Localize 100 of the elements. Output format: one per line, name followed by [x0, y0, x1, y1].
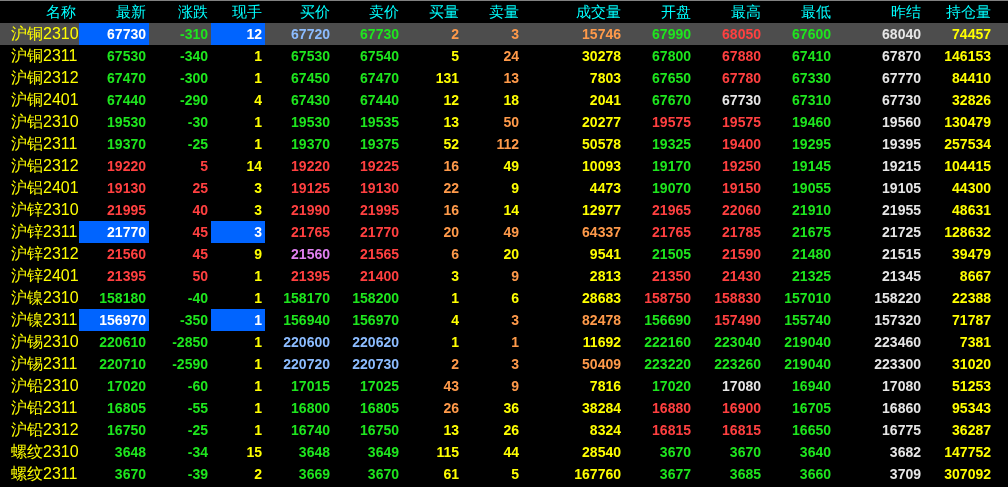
column-header[interactable]: 最高	[731, 3, 761, 20]
table-cell: 19560	[882, 114, 921, 130]
cell-value: 21770	[107, 224, 146, 240]
table-cell: 157490	[714, 312, 761, 328]
table-cell: 21995	[107, 202, 146, 218]
table-cell: 220710	[99, 356, 146, 372]
table-cell: 6	[511, 290, 519, 306]
table-cell: 16805	[360, 400, 399, 416]
table-cell: 16900	[722, 400, 761, 416]
column-header[interactable]: 买量	[429, 3, 459, 20]
table-row[interactable]: 沪铜2310 67730 -310 12 67720 67730 2 3 15746 67990 68050 67600 68040 74457	[0, 23, 1008, 45]
table-cell: 21400	[360, 268, 399, 284]
table-cell: -30	[187, 114, 208, 130]
table-cell: 67600	[792, 26, 831, 42]
cell-value: 3	[254, 224, 262, 240]
table-cell: 67800	[652, 48, 691, 64]
table-cell: 3670	[659, 444, 691, 460]
column-header[interactable]: 名称	[46, 3, 76, 20]
table-cell: 158170	[283, 290, 330, 306]
table-cell: 158200	[352, 290, 399, 306]
table-cell: 21350	[652, 268, 691, 284]
table-cell: -290	[179, 92, 208, 108]
table-cell: 21505	[652, 246, 691, 262]
table-cell: 220620	[352, 334, 399, 350]
table-cell: 1	[451, 334, 459, 350]
contract-name: 沪铅2310	[11, 377, 79, 394]
table-cell: 156970	[352, 312, 399, 328]
table-cell: 13	[503, 70, 519, 86]
table-cell: 67440	[107, 92, 146, 108]
table-cell: 21990	[291, 202, 330, 218]
table-cell: 39479	[952, 246, 991, 262]
column-header[interactable]: 开盘	[661, 3, 691, 20]
table-cell: 31020	[952, 356, 991, 372]
table-cell: 67730	[722, 92, 761, 108]
table-cell: 3	[511, 26, 519, 42]
column-header[interactable]: 买价	[300, 3, 330, 20]
table-cell: 28540	[582, 444, 621, 460]
table-cell: 67470	[360, 70, 399, 86]
table-cell: 28683	[582, 290, 621, 306]
table-cell: 219040	[784, 356, 831, 372]
table-cell: 21480	[792, 246, 831, 262]
table-cell: 223260	[714, 356, 761, 372]
column-header[interactable]: 卖价	[369, 3, 399, 20]
table-cell: 3	[254, 202, 262, 218]
table-cell: 64337	[582, 224, 621, 240]
table-cell: 16775	[882, 422, 921, 438]
table-cell: 17020	[107, 378, 146, 394]
column-header[interactable]: 最低	[801, 3, 831, 20]
table-cell: -40	[187, 290, 208, 306]
column-header[interactable]: 最新	[116, 3, 146, 20]
table-cell: 22060	[722, 202, 761, 218]
table-cell: 146153	[944, 48, 991, 64]
table-cell: 17080	[882, 378, 921, 394]
table-cell: 40	[192, 202, 208, 218]
column-header[interactable]: 卖量	[489, 3, 519, 20]
table-cell: 67990	[652, 26, 691, 42]
table-cell: 67670	[652, 92, 691, 108]
table-cell: 38284	[582, 400, 621, 416]
table-cell: 3670	[729, 444, 761, 460]
table-cell: 115	[436, 444, 459, 460]
table-cell: 67730	[360, 26, 399, 42]
table-cell: -2850	[172, 334, 208, 350]
table-cell: 67330	[792, 70, 831, 86]
contract-name: 沪铝2310	[11, 113, 79, 130]
contract-name: 沪铜2310	[11, 25, 79, 42]
table-cell: 3	[254, 180, 262, 196]
table-cell: 19070	[652, 180, 691, 196]
table-cell: 13	[443, 114, 459, 130]
contract-name: 沪锡2310	[11, 333, 79, 350]
table-cell: 16860	[882, 400, 921, 416]
table-cell: 223220	[644, 356, 691, 372]
table-cell: 131	[435, 70, 459, 86]
table-cell: 156690	[644, 312, 691, 328]
table-cell: 16705	[792, 400, 831, 416]
table-cell: 19400	[722, 136, 761, 152]
table-cell: 7816	[589, 378, 621, 394]
table-cell: 257534	[944, 136, 991, 152]
column-header[interactable]: 成交量	[576, 3, 621, 20]
table-cell: 19130	[360, 180, 399, 196]
table-cell: 16750	[360, 422, 399, 438]
table-cell: 3670	[114, 466, 146, 482]
table-cell: 17020	[652, 378, 691, 394]
cell-value: 156970	[99, 312, 146, 328]
table-cell: 3	[451, 268, 459, 284]
contract-name: 沪锌2401	[11, 267, 79, 284]
table-cell: 1	[254, 422, 262, 438]
table-cell: 9	[254, 246, 262, 262]
table-cell: 43	[443, 378, 459, 394]
table-cell: -60	[187, 378, 208, 394]
table-cell: 19530	[291, 114, 330, 130]
column-header[interactable]: 昨结	[891, 3, 921, 20]
contract-name: 沪铝2401	[11, 179, 79, 196]
column-header[interactable]: 现手	[232, 3, 262, 20]
table-cell: 67430	[291, 92, 330, 108]
table-cell: 147752	[944, 444, 991, 460]
column-header[interactable]: 涨跌	[178, 3, 208, 20]
table-cell: 9	[511, 378, 519, 394]
column-header[interactable]: 持仓量	[946, 3, 991, 20]
table-cell: 21765	[652, 224, 691, 240]
table-cell: 8324	[589, 422, 621, 438]
